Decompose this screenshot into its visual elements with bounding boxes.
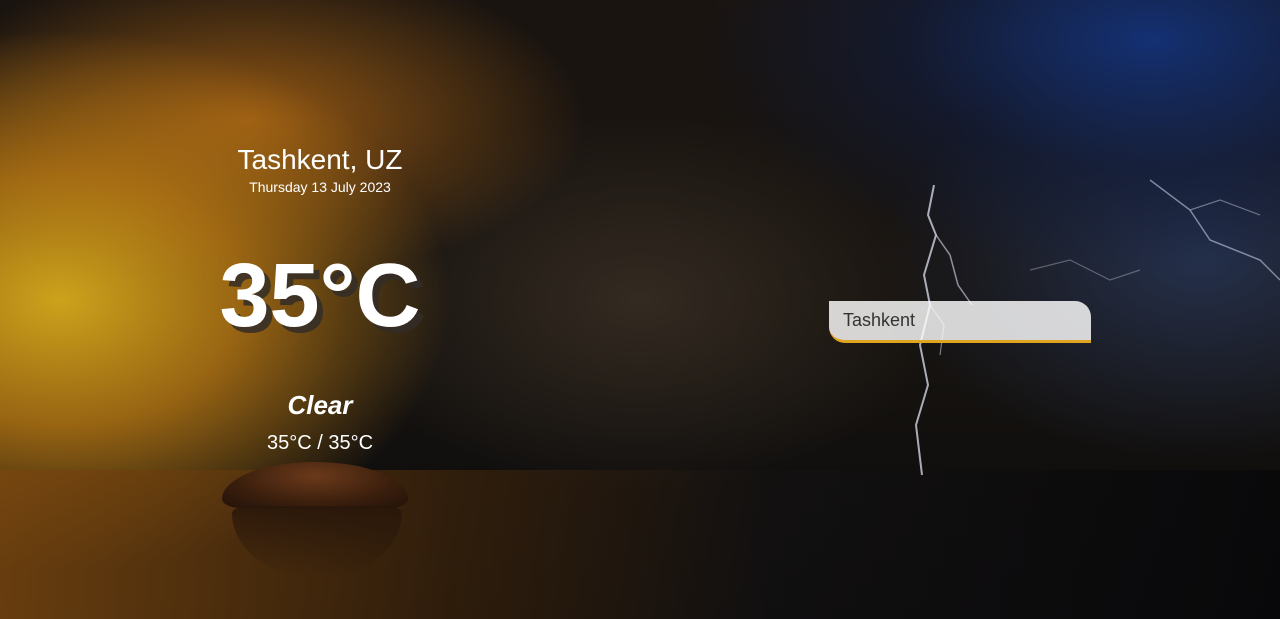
lightning-branch-icon [1030,179,1280,281]
weather-panel: Tashkent, UZ Thursday 13 July 2023 35°C … [200,140,440,456]
island-image [222,462,408,508]
city-name: Tashkent, UZ [237,144,403,175]
sea-reflection-area [0,470,1280,619]
hi-low-temperature: 35°C / 35°C [266,432,374,454]
current-date: Thursday 13 July 2023 [249,179,391,195]
weather-condition: Clear [287,390,353,420]
search-input[interactable] [829,301,1091,343]
current-temperature: 35°C [219,246,421,346]
